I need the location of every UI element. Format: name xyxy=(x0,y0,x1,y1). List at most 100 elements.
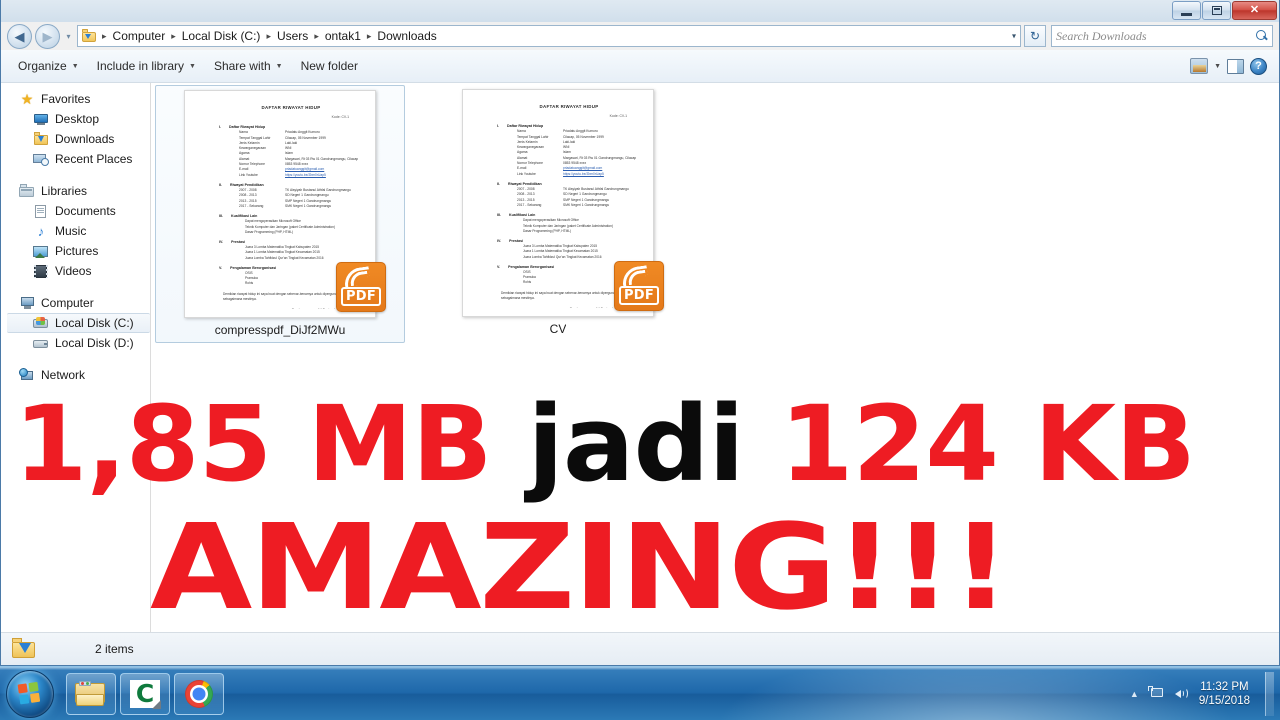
doc-section-heading: Pengalaman Berorganisasi xyxy=(230,265,277,270)
doc-value: SD Negeri 1 Gandrungmangu xyxy=(285,193,329,198)
start-button[interactable] xyxy=(6,669,54,718)
chevron-down-icon[interactable]: ▼ xyxy=(1214,63,1221,70)
sidebar-item-documents[interactable]: Documents xyxy=(1,201,150,221)
title-bar: ✕ xyxy=(1,0,1279,22)
new-folder-label: New folder xyxy=(300,59,358,73)
network-icon[interactable] xyxy=(1147,686,1165,701)
help-icon[interactable]: ? xyxy=(1250,57,1267,75)
address-breadcrumb-bar[interactable]: ▸ Computer ▸ Local Disk (C:) ▸ Users ▸ o… xyxy=(77,25,1021,47)
breadcrumb-item-downloads[interactable]: Downloads xyxy=(374,28,439,44)
restore-button[interactable] xyxy=(1202,1,1231,20)
sidebar-item-network[interactable]: Network xyxy=(1,365,150,385)
doc-section-num: II. xyxy=(497,181,500,186)
doc-value-link: https://youtu.be/Zbm0rUap5 xyxy=(563,171,604,176)
include-in-library-button[interactable]: Include in library ▼ xyxy=(88,55,205,77)
show-desktop-button[interactable] xyxy=(1265,671,1274,716)
doc-section-heading: Kualifikasi Lain xyxy=(231,213,258,218)
change-view-icon[interactable] xyxy=(1190,58,1209,74)
breadcrumb-item-users[interactable]: Users xyxy=(274,28,311,44)
doc-key: Nomor Telephone xyxy=(517,161,543,166)
recent-locations-button[interactable]: ▾ xyxy=(62,32,75,41)
breadcrumb-item-computer[interactable]: Computer xyxy=(110,28,169,44)
sidebar-item-videos[interactable]: Videos xyxy=(1,261,150,281)
doc-key: Alamat xyxy=(517,155,528,160)
search-icon xyxy=(1256,30,1268,42)
doc-bullet: Juara Lomba Tahfidzul Qur'an Tingkat Kec… xyxy=(523,254,602,259)
sidebar-group-network: Network xyxy=(1,365,150,385)
search-input[interactable]: Search Downloads xyxy=(1051,25,1273,47)
sidebar-item-desktop[interactable]: Desktop xyxy=(1,109,150,129)
sidebar-item-local-disk-c[interactable]: Local Disk (C:) xyxy=(7,313,150,333)
pdf-badge-label: PDF xyxy=(619,286,659,305)
doc-bullet: Dasar Programming (PHP, HTML) xyxy=(245,229,294,234)
restore-icon xyxy=(1211,6,1222,15)
breadcrumb-separator: ▸ xyxy=(366,30,372,41)
doc-key: Kewarganegaraan xyxy=(239,146,266,151)
doc-key: Agama xyxy=(517,150,528,155)
refresh-icon: ↻ xyxy=(1029,29,1041,43)
toolbar-right-group: ▼ ? xyxy=(1190,57,1271,75)
back-button[interactable]: ◀ xyxy=(7,23,32,49)
taskbar-app-chrome[interactable] xyxy=(174,672,224,715)
sidebar-label: Videos xyxy=(55,264,92,278)
refresh-button[interactable]: ↻ xyxy=(1024,25,1046,47)
file-name-label: compresspdf_DiJf2MWu xyxy=(214,323,346,337)
doc-value: SD Negeri 1 Gandrungmangu xyxy=(563,192,607,197)
doc-section-num: IV. xyxy=(497,238,502,243)
close-button[interactable]: ✕ xyxy=(1232,1,1277,20)
doc-section-heading: Daftar Riwayat Hidup xyxy=(507,124,544,128)
doc-section-num: III. xyxy=(497,212,501,217)
sidebar-item-libraries[interactable]: Libraries xyxy=(1,181,150,201)
sidebar-item-downloads[interactable]: Downloads xyxy=(1,129,150,149)
doc-bullet: Teknik Komputer dan Jaringan (paket Cert… xyxy=(523,223,613,228)
sidebar-group-computer: Computer Local Disk (C:) Local Disk (D:) xyxy=(1,293,150,353)
doc-value: 0853 9548 xxxx xyxy=(563,161,587,166)
sidebar-group-favorites: ★ Favorites Desktop Downloads Recent Pla… xyxy=(1,89,150,169)
organize-button[interactable]: Organize ▼ xyxy=(9,55,88,77)
address-dropdown-icon[interactable]: ▾ xyxy=(1012,32,1016,41)
sidebar-item-local-disk-d[interactable]: Local Disk (D:) xyxy=(1,333,150,353)
file-item-compresspdf[interactable]: DAFTAR RIWAYAT HIDUP Kode: CV-1 I. Daftar… xyxy=(155,85,405,343)
doc-section-heading: Kualifikasi Lain xyxy=(509,212,536,217)
doc-key: Link Youtube xyxy=(517,171,536,176)
camtasia-c-icon: C xyxy=(130,679,161,709)
address-bar-row: ◀ ▶ ▾ ▸ Computer ▸ Local Disk (C:) ▸ Use… xyxy=(1,22,1279,50)
doc-value: Margasari, Rt 03 Rw 01 Gandrungmangu, Ci… xyxy=(285,156,359,161)
doc-key: 2008 - 2013 xyxy=(239,193,257,198)
doc-key: Agama xyxy=(239,151,250,156)
overlay-size-before: 1,85 MB xyxy=(13,383,528,505)
clock[interactable]: 11:32 PM 9/15/2018 xyxy=(1199,680,1254,708)
command-toolbar: Organize ▼ Include in library ▼ Share wi… xyxy=(1,50,1279,83)
sidebar-item-music[interactable]: ♪ Music xyxy=(1,221,150,241)
minimize-button[interactable] xyxy=(1172,1,1201,20)
volume-icon[interactable] xyxy=(1174,686,1190,701)
chevron-down-icon: ▼ xyxy=(189,62,196,70)
forward-icon: ▶ xyxy=(42,28,53,44)
doc-key: 2008 - 2013 xyxy=(517,192,535,197)
taskbar-app-explorer[interactable] xyxy=(66,672,116,715)
taskbar-app-camtasia[interactable]: C xyxy=(120,672,170,715)
show-hidden-icons-icon[interactable]: ▲ xyxy=(1130,689,1139,699)
breadcrumb-item-ontak1[interactable]: ontak1 xyxy=(322,28,364,44)
new-folder-button[interactable]: New folder xyxy=(292,55,367,77)
picture-icon xyxy=(33,244,49,259)
doc-value: WNI xyxy=(285,146,292,151)
doc-subtitle: Kode: CV-1 xyxy=(331,115,349,119)
forward-button[interactable]: ▶ xyxy=(35,23,60,49)
sidebar-label: Recent Places xyxy=(55,152,133,166)
doc-key: Jenis Kelamin xyxy=(517,139,538,144)
close-icon: ✕ xyxy=(1249,4,1260,16)
sidebar-item-computer[interactable]: Computer xyxy=(1,293,150,313)
file-item-cv[interactable]: DAFTAR RIWAYAT HIDUP Kode: CV-1 I. Daftar… xyxy=(433,85,683,343)
sidebar-item-recent-places[interactable]: Recent Places xyxy=(1,149,150,169)
hard-disk-icon xyxy=(33,336,49,351)
share-with-button[interactable]: Share with ▼ xyxy=(205,55,292,77)
file-thumbnail: DAFTAR RIWAYAT HIDUP Kode: CV-1 I. Daftar… xyxy=(184,90,386,318)
breadcrumb-item-local-disk-c[interactable]: Local Disk (C:) xyxy=(179,28,264,44)
sidebar-item-pictures[interactable]: Pictures xyxy=(1,241,150,261)
preview-pane-icon[interactable] xyxy=(1227,58,1244,74)
file-thumbnail: DAFTAR RIWAYAT HIDUP Kode: CV-1 I. Daftar… xyxy=(462,89,664,317)
doc-key: Tempat Tanggal Lahir xyxy=(517,134,549,139)
sidebar-item-favorites[interactable]: ★ Favorites xyxy=(1,89,150,109)
search-placeholder: Search Downloads xyxy=(1056,28,1147,43)
